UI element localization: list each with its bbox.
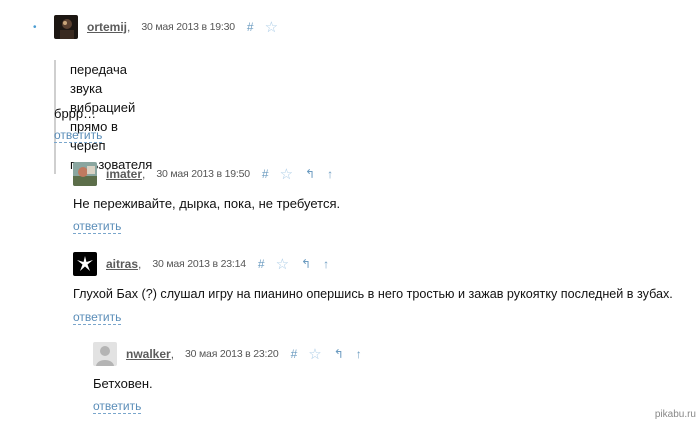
parent-comment-icon[interactable]: ↰ <box>301 258 311 270</box>
author-comma: , <box>127 20 131 34</box>
reply-link[interactable]: ответить <box>54 128 103 143</box>
comment-text: Бетховен. <box>93 376 153 391</box>
comment-date: 30 мая 2013 в 19:50 <box>156 168 250 180</box>
new-comment-bullet: • <box>33 22 37 33</box>
comment-author[interactable]: nwalker <box>126 347 171 361</box>
parent-comment-icon[interactable]: ↰ <box>334 348 344 360</box>
scroll-up-arrow-icon[interactable]: ↑ <box>323 258 329 270</box>
permalink-hash-icon[interactable]: # <box>258 258 265 270</box>
scroll-up-arrow-icon[interactable]: ↑ <box>327 168 333 180</box>
permalink-hash-icon[interactable]: # <box>291 348 298 360</box>
comment-header: ortemij, 30 мая 2013 в 19:30 # ☆ <box>54 15 278 39</box>
comment-author[interactable]: aitras <box>106 257 138 271</box>
watermark: pikabu.ru <box>654 409 696 420</box>
author-comma: , <box>138 257 142 271</box>
avatar-aitras[interactable] <box>73 252 97 276</box>
comment-date: 30 мая 2013 в 19:30 <box>141 21 235 33</box>
avatar-imater[interactable] <box>73 162 97 186</box>
scroll-up-arrow-icon[interactable]: ↑ <box>356 348 362 360</box>
reply-link[interactable]: ответить <box>73 310 122 325</box>
comment-text: Глухой Бах (?) слушал игру на пианино оп… <box>73 287 673 301</box>
permalink-hash-icon[interactable]: # <box>262 168 269 180</box>
reply-link[interactable]: ответить <box>93 399 142 414</box>
favorite-star-icon[interactable]: ☆ <box>265 20 278 35</box>
author-comma: , <box>142 167 146 181</box>
comment-header: imater, 30 мая 2013 в 19:50 # ☆ ↰ ↑ <box>73 162 333 186</box>
comment-date: 30 мая 2013 в 23:20 <box>185 348 279 360</box>
comment-header: nwalker, 30 мая 2013 в 23:20 # ☆ ↰ ↑ <box>93 342 362 366</box>
avatar-ortemij[interactable] <box>54 15 78 39</box>
permalink-hash-icon[interactable]: # <box>247 21 254 33</box>
comment-header: aitras, 30 мая 2013 в 23:14 # ☆ ↰ ↑ <box>73 252 329 276</box>
favorite-star-icon[interactable]: ☆ <box>308 347 321 362</box>
avatar-nwalker[interactable] <box>93 342 117 366</box>
comment-text: бррр… <box>54 106 97 121</box>
comment-author[interactable]: imater <box>106 167 142 181</box>
parent-comment-icon[interactable]: ↰ <box>305 168 315 180</box>
favorite-star-icon[interactable]: ☆ <box>276 257 289 272</box>
comment-date: 30 мая 2013 в 23:14 <box>152 258 246 270</box>
comment-author[interactable]: ortemij <box>87 20 127 34</box>
reply-link[interactable]: ответить <box>73 219 122 234</box>
comment-text: Не переживайте, дырка, пока, не требуетс… <box>73 196 341 211</box>
author-comma: , <box>170 347 175 361</box>
favorite-star-icon[interactable]: ☆ <box>280 167 293 182</box>
